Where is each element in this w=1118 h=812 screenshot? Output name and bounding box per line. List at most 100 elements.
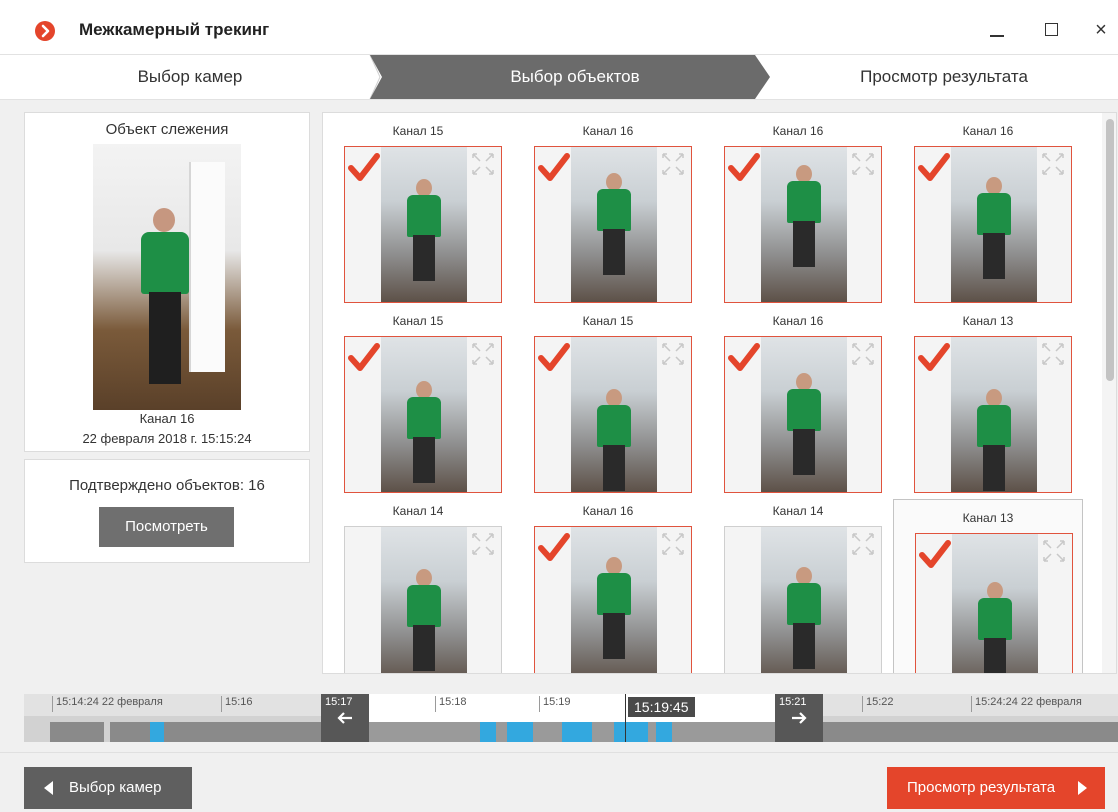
result-thumbnail[interactable] [344, 146, 502, 303]
expand-icon[interactable] [661, 532, 685, 556]
expand-icon[interactable] [1041, 342, 1065, 366]
results-grid: Канал 15 Канал 16 Канал 16 Канал 16 Канал 15… [322, 112, 1117, 674]
result-cell[interactable]: Канал 16 [703, 303, 893, 493]
result-cell[interactable]: Канал 14 [323, 493, 513, 673]
timeline-segment[interactable] [656, 722, 672, 742]
expand-icon[interactable] [851, 152, 875, 176]
checkmark-icon[interactable] [918, 538, 952, 572]
next-button-label: Просмотр результата [907, 779, 1056, 796]
expand-icon[interactable] [1041, 152, 1065, 176]
step-select-objects[interactable]: Выбор объектов [380, 55, 770, 99]
timeline-tick: 15:21 [779, 696, 807, 708]
expand-icon[interactable] [471, 152, 495, 176]
expand-icon[interactable] [471, 532, 495, 556]
timeline-prev-button[interactable]: 15:17 [321, 694, 369, 742]
timeline[interactable]: 15:14:24 22 февраля 15:16 15:18 15:19 15… [24, 694, 1118, 742]
timeline-segment[interactable] [614, 722, 648, 742]
result-thumbnail[interactable] [534, 146, 692, 303]
checkmark-icon[interactable] [537, 531, 571, 565]
arrow-left-icon [337, 712, 352, 724]
step-select-cameras[interactable]: Выбор камер [0, 55, 380, 99]
expand-icon[interactable] [1042, 539, 1066, 563]
expand-icon[interactable] [471, 342, 495, 366]
timeline-end-label: 15:24:24 22 февраля [971, 696, 1082, 712]
checkmark-icon[interactable] [727, 151, 761, 185]
result-cell[interactable]: Канал 15 [323, 303, 513, 493]
result-cell[interactable]: Канал 13 [893, 499, 1083, 673]
result-channel-label: Канал 13 [962, 511, 1014, 525]
result-thumbnail[interactable] [724, 336, 882, 493]
back-button[interactable]: Выбор камер [24, 767, 192, 809]
result-channel-label: Канал 15 [392, 124, 444, 138]
checkmark-icon[interactable] [347, 151, 381, 185]
result-cell[interactable]: Канал 14 [703, 493, 893, 673]
result-cell[interactable]: Канал 15 [513, 303, 703, 493]
timeline-start-label: 15:14:24 22 февраля [52, 696, 163, 712]
result-thumbnail[interactable] [534, 336, 692, 493]
result-cell[interactable]: Канал 16 [513, 113, 703, 303]
confirmation-card: Подтверждено объектов: 16 Посмотреть [24, 459, 310, 563]
timeline-segment[interactable] [150, 722, 164, 742]
result-photo [951, 337, 1037, 492]
result-cell[interactable]: Канал 16 [703, 113, 893, 303]
checkmark-icon[interactable] [537, 151, 571, 185]
timeline-track [110, 722, 321, 742]
result-thumbnail[interactable] [344, 526, 502, 673]
tracked-object-image[interactable] [93, 144, 241, 410]
expand-icon[interactable] [851, 532, 875, 556]
expand-icon[interactable] [661, 342, 685, 366]
result-thumbnail[interactable] [724, 146, 882, 303]
timeline-cursor[interactable] [625, 694, 626, 742]
minimize-button[interactable] [985, 18, 1009, 42]
checkmark-icon[interactable] [727, 341, 761, 375]
app-logo-icon [35, 21, 55, 41]
wizard-steps: Выбор камер Выбор объектов Просмотр резу… [0, 54, 1118, 100]
timeline-tick: 15:19 [539, 696, 571, 712]
result-cell[interactable]: Канал 16 [513, 493, 703, 673]
timeline-next-button[interactable]: 15:21 [775, 694, 823, 742]
checkmark-icon[interactable] [537, 341, 571, 375]
view-button[interactable]: Посмотреть [99, 507, 234, 547]
checkmark-icon[interactable] [347, 341, 381, 375]
timeline-track [821, 722, 1118, 742]
timeline-segment[interactable] [480, 722, 496, 742]
title-bar: Межкамерный трекинг × [0, 0, 1118, 62]
result-thumbnail[interactable] [344, 336, 502, 493]
next-button[interactable]: Просмотр результата [887, 767, 1105, 809]
result-channel-label: Канал 16 [962, 124, 1014, 138]
result-thumbnail[interactable] [914, 146, 1072, 303]
triangle-right-icon [1078, 781, 1087, 795]
result-channel-label: Канал 13 [962, 314, 1014, 328]
result-channel-label: Канал 16 [582, 124, 634, 138]
result-photo [761, 527, 847, 673]
checkmark-icon[interactable] [917, 151, 951, 185]
expand-icon[interactable] [661, 152, 685, 176]
checkmark-icon[interactable] [917, 341, 951, 375]
result-photo [571, 337, 657, 492]
result-channel-label: Канал 16 [772, 124, 824, 138]
close-button[interactable]: × [1089, 18, 1113, 42]
tracked-object-datetime: 22 февраля 2018 г. 15:15:24 [82, 431, 252, 446]
maximize-button[interactable] [1039, 18, 1063, 42]
tracked-object-card: Объект слежения Канал 16 22 февраля 2018… [24, 112, 310, 452]
result-photo [952, 534, 1038, 673]
result-photo [951, 147, 1037, 302]
step-view-results[interactable]: Просмотр результата [770, 55, 1118, 99]
result-cell[interactable]: Канал 15 [323, 113, 513, 303]
result-thumbnail[interactable] [915, 533, 1073, 673]
result-thumbnail[interactable] [914, 336, 1072, 493]
result-cell[interactable]: Канал 16 [893, 113, 1083, 303]
timeline-segment[interactable] [507, 722, 533, 742]
footer: Выбор камер Просмотр результата [0, 752, 1118, 812]
triangle-left-icon [44, 781, 53, 795]
timeline-tick: 15:16 [221, 696, 253, 712]
result-channel-label: Канал 16 [772, 314, 824, 328]
result-thumbnail[interactable] [534, 526, 692, 673]
result-photo [571, 527, 657, 673]
timeline-segment[interactable] [562, 722, 592, 742]
result-photo [381, 147, 467, 302]
result-thumbnail[interactable] [724, 526, 882, 673]
expand-icon[interactable] [851, 342, 875, 366]
scrollbar-thumb[interactable] [1106, 119, 1114, 381]
result-cell[interactable]: Канал 13 [893, 303, 1083, 493]
